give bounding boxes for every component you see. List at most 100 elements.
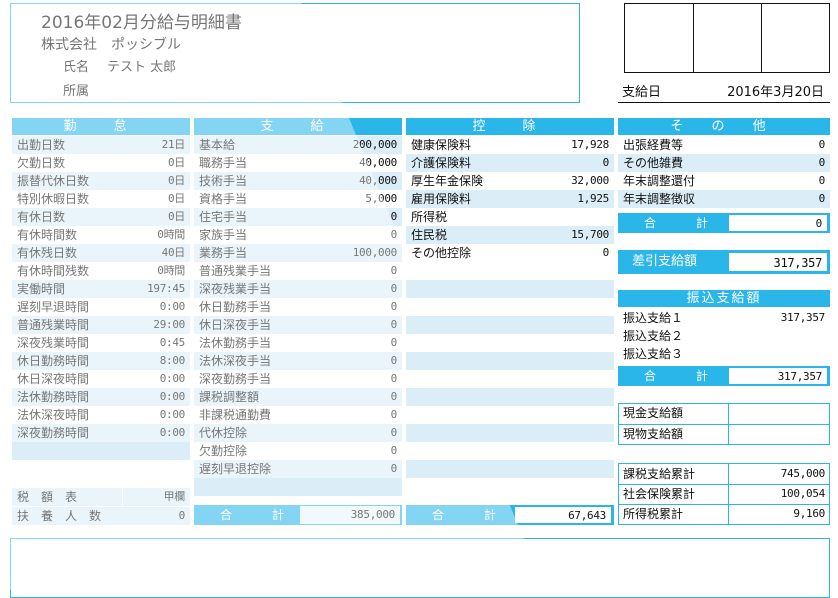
deduction-row-value: 1,925 — [577, 192, 609, 205]
attendance-row-label: 普通残業時間 — [17, 318, 90, 332]
payment-row-value: 0 — [390, 390, 398, 403]
payment-row-label: 家族手当 — [199, 228, 248, 242]
tax-table-row: 税 額 表 甲欄 — [12, 488, 190, 506]
attendance-row-value: 0:00 — [159, 408, 186, 421]
taxable-cumulative-row: 課税支給累計 745,000 — [618, 465, 830, 483]
transfer-row: 振込支給１ 317,357 — [618, 309, 830, 327]
cash-row: 現金支給額 — [618, 404, 728, 422]
transfer-row-label: 振込支給３ — [623, 347, 684, 361]
payment-row-label: 欠勤控除 — [199, 444, 248, 458]
attendance-row: 出勤日数 21日 — [12, 136, 190, 154]
header-box: 2016年02月分給与明細書 株式会社 ポッシブル 氏名 テスト 太郎 所属 — [10, 3, 580, 103]
deduction-row-value: 0 — [602, 246, 610, 259]
payment-row: 休日深夜手当 0 — [194, 316, 402, 334]
deduction-row-label: 健康保険料 — [411, 138, 472, 152]
social-cumulative-label: 社会保険累計 — [623, 487, 696, 501]
deduction-row: 住民税 15,700 — [406, 226, 614, 244]
payment-row: 技術手当 40,000 — [194, 172, 402, 190]
payment-row-value: 0 — [390, 210, 398, 223]
payment-row-label: 非課税通勤費 — [199, 408, 272, 422]
attendance-row-value: 0:45 — [159, 336, 186, 349]
goods-label: 現物支給額 — [623, 427, 684, 441]
deductions-filler-row — [406, 424, 614, 442]
deduction-row-label: 雇用保険料 — [411, 192, 472, 206]
attendance-row-label: 有休時間残数 — [17, 264, 90, 278]
other-total-label: 合 計 — [644, 216, 723, 230]
deduction-row: 健康保険料 17,928 — [406, 136, 614, 154]
payment-row-label: 代休控除 — [199, 426, 248, 440]
attendance-row-label: 欠勤日数 — [17, 156, 66, 170]
payment-row: 職務手当 40,000 — [194, 154, 402, 172]
deductions-filler-row — [406, 352, 614, 370]
payment-row-value: 200,000 — [352, 138, 398, 151]
attendance-row: 深夜残業時間 0:45 — [12, 334, 190, 352]
dependents-value: 0 — [178, 509, 186, 522]
other-row: 年末調整徴収 0 — [618, 190, 830, 208]
transfer-total-value: 317,357 — [777, 370, 823, 383]
attendance-row: 振替代休日数 0日 — [12, 172, 190, 190]
other-row-label: 出張経費等 — [623, 138, 684, 152]
transfer-total-value-box: 317,357 — [728, 367, 828, 385]
other-row-label: その他雑費 — [623, 156, 684, 170]
other-row-value: 0 — [818, 156, 826, 169]
deduction-row-value: 32,000 — [571, 174, 609, 187]
payment-row-value: 40,000 — [359, 174, 397, 187]
payment-row-value: 0 — [390, 228, 398, 241]
attendance-row-value: 0:00 — [159, 372, 186, 385]
payment-row-label: 資格手当 — [199, 192, 248, 206]
attendance-row: 有休時間数 0時間 — [12, 226, 190, 244]
attendance-row-value: 8:00 — [159, 354, 186, 367]
deduction-row: 厚生年金保険 32,000 — [406, 172, 614, 190]
attendance-row-label: 有休残日数 — [17, 246, 78, 260]
payment-row-label: 業務手当 — [199, 246, 248, 260]
payment-row-value: 0 — [390, 426, 398, 439]
attendance-row-label: 振替代休日数 — [17, 174, 90, 188]
payment-row: 休日勤務手当 0 — [194, 298, 402, 316]
deduction-row-value: 0 — [602, 156, 610, 169]
payment-row: 深夜勤務手当 0 — [194, 370, 402, 388]
payment-row-value: 0 — [390, 300, 398, 313]
deductions-filler-row — [406, 460, 614, 478]
attendance-row-value: 0日 — [167, 192, 185, 205]
payment-row-label: 課税調整額 — [199, 390, 260, 404]
document-title: 2016年02月分給与明細書 — [41, 13, 242, 33]
attendance-filler-row — [12, 442, 190, 460]
deduction-row: 介護保険料 0 — [406, 154, 614, 172]
attendance-row-value: 0:00 — [159, 426, 186, 439]
payment-row-value: 100,000 — [352, 246, 398, 259]
attendance-row: 法休勤務時間 0:00 — [12, 388, 190, 406]
attendance-row: 普通残業時間 29:00 — [12, 316, 190, 334]
payment-row-value: 5,000 — [365, 192, 397, 205]
deduction-row: 雇用保険料 1,925 — [406, 190, 614, 208]
attendance-row: 深夜勤務時間 0:00 — [12, 424, 190, 442]
payments-total-value-box: 385,000 — [300, 506, 400, 524]
payment-row: 業務手当 100,000 — [194, 244, 402, 262]
attendance-row-value: 0:00 — [159, 390, 186, 403]
taxable-cumulative-label: 課税支給累計 — [623, 467, 696, 481]
deductions-total-value: 67,643 — [568, 509, 606, 522]
name-label: 氏名 — [63, 60, 90, 75]
net-pay-value: 317,357 — [773, 256, 823, 270]
deduction-row: 所得税 — [406, 208, 614, 226]
attendance-row-value: 0:00 — [159, 300, 186, 313]
goods-row: 現物支給額 — [618, 425, 728, 443]
attendance-row: 特別休暇日数 0日 — [12, 190, 190, 208]
deductions-total-value-box: 67,643 — [514, 506, 612, 524]
attendance-row-label: 休日勤務時間 — [17, 354, 90, 368]
cash-goods-divider-h — [618, 424, 830, 425]
deductions-total-label: 合 計 — [432, 508, 511, 522]
attendance-row-value: 0日 — [167, 210, 185, 223]
attendance-row: 有休時間残数 0時間 — [12, 262, 190, 280]
payment-row-value: 0 — [390, 354, 398, 367]
stamp-box-3 — [761, 3, 830, 73]
other-total-value: 0 — [815, 217, 823, 230]
payment-row-label: 法休深夜手当 — [199, 354, 272, 368]
deduction-row-value: 17,928 — [571, 138, 609, 151]
net-pay-value-box: 317,357 — [728, 252, 828, 272]
payment-row: 住宅手当 0 — [194, 208, 402, 226]
payment-row-label: 住宅手当 — [199, 210, 248, 224]
other-total-value-box: 0 — [728, 214, 828, 232]
deduction-row-value: 15,700 — [571, 228, 609, 241]
payment-row: 深夜残業手当 0 — [194, 280, 402, 298]
company-name: 株式会社 ポッシブル — [41, 37, 181, 53]
